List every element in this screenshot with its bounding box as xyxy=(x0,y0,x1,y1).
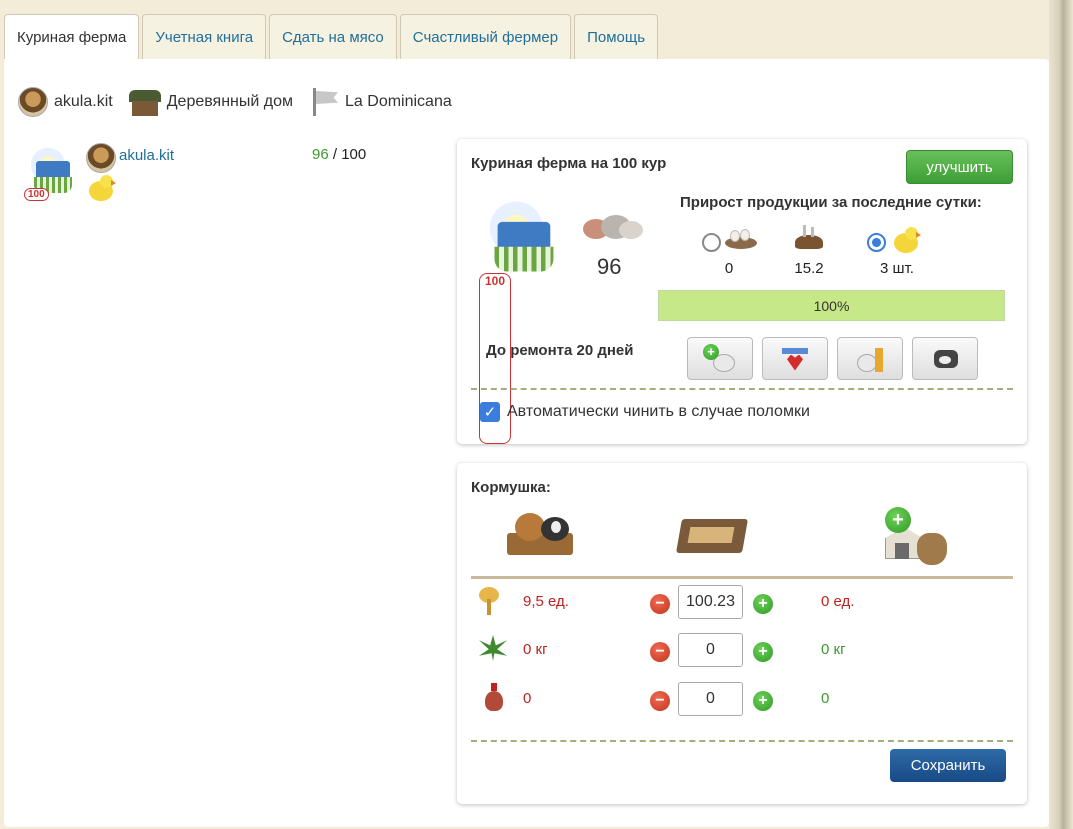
increase-button[interactable]: + xyxy=(753,691,773,711)
add-hen-button[interactable]: + xyxy=(687,337,753,380)
eggs-value: 0 xyxy=(724,260,734,277)
user-name[interactable]: akula.kit xyxy=(54,93,113,111)
tab-happy-farmer[interactable]: Счастливый фермер xyxy=(399,14,572,59)
country-link[interactable]: La Dominicana xyxy=(309,88,452,116)
feed-amount-input[interactable] xyxy=(678,682,743,716)
info-bar: akula.kit Деревянный дом La Dominicana xyxy=(18,87,462,117)
divider xyxy=(471,388,1013,390)
warehouse-add-icon: + xyxy=(881,507,951,569)
growth-title: Прирост продукции за последние сутки: xyxy=(680,194,982,211)
herb-icon xyxy=(479,635,507,661)
farm-list: 100 akula.kit 96 / 100 xyxy=(24,143,366,201)
feed-per-day: 0 кг xyxy=(523,641,548,658)
tab-help[interactable]: Помощь xyxy=(574,14,659,59)
repair-button[interactable] xyxy=(912,337,978,380)
increase-button[interactable]: + xyxy=(753,642,773,662)
feeder-panel: Кормушка: + 9,5 ед. − + 0 ед. xyxy=(457,463,1027,804)
manure-icon xyxy=(791,225,827,253)
divider xyxy=(471,740,1013,742)
auto-repair-checkbox[interactable]: ✓ xyxy=(480,402,500,422)
feeder-title: Кормушка: xyxy=(471,479,551,496)
feed-stock: 0 xyxy=(821,690,830,707)
potion-icon xyxy=(483,683,505,713)
feed-hen-icon xyxy=(853,344,887,374)
save-button[interactable]: Сохранить xyxy=(890,749,1006,782)
progress-label: 100% xyxy=(813,297,850,314)
decrease-button[interactable]: − xyxy=(650,642,670,662)
tab-bar: Куриная ферма Учетная книга Сдать на мяс… xyxy=(4,14,661,60)
eggs-radio[interactable] xyxy=(702,233,721,252)
tab-ledger[interactable]: Учетная книга xyxy=(142,14,267,59)
vet-icon xyxy=(778,344,812,374)
user-link[interactable]: akula.kit xyxy=(18,87,113,117)
house-icon xyxy=(128,88,161,116)
page-edge-decoration xyxy=(1049,0,1073,829)
repair-countdown: До ремонта 20 дней xyxy=(486,342,634,359)
grain-icon xyxy=(477,585,501,617)
farm-panel: Куриная ферма на 100 кур улучшить 100 96… xyxy=(457,139,1027,444)
chick-icon xyxy=(86,173,116,203)
auto-repair-label: Автоматически чинить в случае поломки xyxy=(507,403,810,420)
hen-count: 96 xyxy=(597,254,622,279)
upgrade-button[interactable]: улучшить xyxy=(906,150,1013,184)
capacity-badge: 100 xyxy=(24,188,49,201)
increase-button[interactable]: + xyxy=(753,594,773,614)
repair-icon xyxy=(928,344,962,374)
tab-chicken-farm[interactable]: Куриная ферма xyxy=(4,14,140,60)
farm-panel-title: Куриная ферма на 100 кур xyxy=(471,155,667,172)
chicks-radio[interactable] xyxy=(867,233,886,252)
manure-value: 15.2 xyxy=(794,260,824,277)
decrease-button[interactable]: − xyxy=(650,691,670,711)
decrease-button[interactable]: − xyxy=(650,594,670,614)
avatar xyxy=(18,87,48,117)
feed-per-day: 9,5 ед. xyxy=(523,593,569,610)
feed-per-day: 0 xyxy=(523,690,532,707)
hens-group-icon xyxy=(581,211,645,245)
eggs-icon xyxy=(725,227,757,251)
farm-owner-link[interactable]: akula.kit xyxy=(119,147,174,164)
farm-icon[interactable]: 100 xyxy=(24,143,80,201)
feed-amount-input[interactable] xyxy=(678,633,743,667)
country-name[interactable]: La Dominicana xyxy=(345,93,452,111)
chicks-value: 3 шт. xyxy=(880,260,914,277)
add-hen-icon: + xyxy=(703,343,737,374)
chick-icon xyxy=(891,225,921,255)
hen-capacity: / 100 xyxy=(332,146,367,163)
house-name[interactable]: Деревянный дом xyxy=(167,93,293,111)
farm-count: 96 / 100 xyxy=(312,146,366,163)
hens-feeding-icon xyxy=(507,503,577,567)
feed-hen-button[interactable] xyxy=(837,337,903,380)
feed-amount-input[interactable] xyxy=(678,585,743,619)
main-content: akula.kit Деревянный дом La Dominicana 1… xyxy=(4,59,1049,827)
avatar xyxy=(86,143,116,173)
feeder-header-divider xyxy=(471,576,1013,579)
feeder-trough-icon xyxy=(676,515,748,559)
vet-button[interactable] xyxy=(762,337,828,380)
feed-stock: 0 ед. xyxy=(821,593,855,610)
tab-sell-for-meat[interactable]: Сдать на мясо xyxy=(269,14,397,59)
hen-count: 96 xyxy=(312,146,329,163)
farm-building-icon xyxy=(479,194,566,284)
flag-icon xyxy=(309,88,339,116)
progress-bar: 100% xyxy=(658,290,1005,321)
feed-stock: 0 кг xyxy=(821,641,846,658)
house-link[interactable]: Деревянный дом xyxy=(128,88,293,116)
